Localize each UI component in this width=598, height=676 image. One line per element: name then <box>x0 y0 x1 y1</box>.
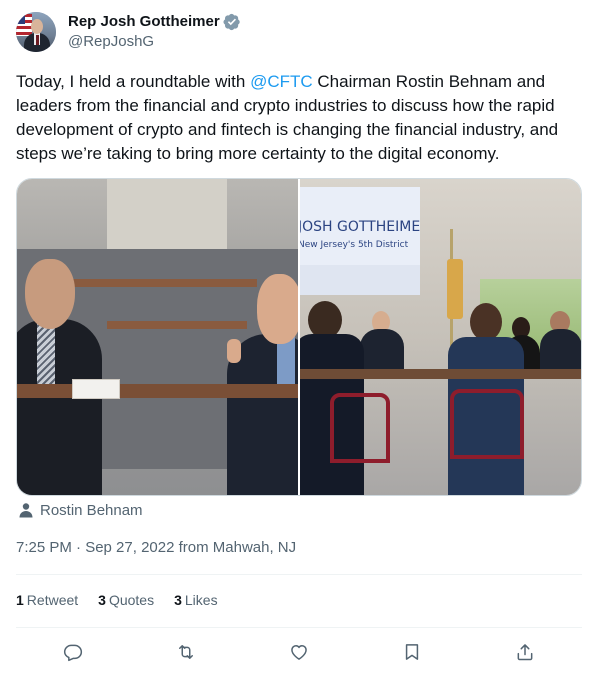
author-avatar[interactable] <box>16 12 56 52</box>
action-bar <box>16 640 582 664</box>
divider <box>16 627 582 628</box>
flag-icon <box>16 14 32 36</box>
like-button[interactable] <box>287 640 311 664</box>
likes-stat[interactable]: 3 Likes <box>174 592 217 608</box>
tweet-timestamp[interactable]: 7:25 PM · Sep 27, 2022 from Mahwah, NJ <box>16 538 296 558</box>
divider <box>16 574 582 575</box>
bookmark-icon <box>405 644 419 660</box>
quotes-stat[interactable]: 3 Quotes <box>98 592 154 608</box>
photo-screen-title: JOSH GOTTHEIMER <box>300 219 420 235</box>
verified-badge-icon <box>223 13 240 31</box>
retweet-button[interactable] <box>174 640 198 664</box>
quotes-label: Quotes <box>108 592 155 608</box>
mention-link[interactable]: @CFTC <box>250 72 313 91</box>
tagged-person-name: Rostin Behnam <box>40 501 143 519</box>
share-icon <box>517 644 533 661</box>
photo-screen-subtitle: New Jersey's 5th District <box>300 240 409 250</box>
person-icon <box>19 503 33 518</box>
retweets-count: 1 <box>16 592 24 608</box>
author-display-name[interactable]: Rep Josh Gottheimer <box>68 12 220 32</box>
author-names: Rep Josh Gottheimer @RepJoshG <box>68 12 241 52</box>
photo-roundtable-room[interactable]: JOSH GOTTHEIMER New Jersey's 5th Distric… <box>300 179 581 495</box>
author-handle[interactable]: @RepJoshG <box>68 32 241 52</box>
reply-icon <box>63 644 82 662</box>
quotes-count: 3 <box>98 592 106 608</box>
media-grid: JOSH GOTTHEIMER New Jersey's 5th Distric… <box>16 178 582 496</box>
tweet-stats: 1 Retweet 3 Quotes 3 Likes <box>16 590 238 610</box>
bookmark-button[interactable] <box>400 640 424 664</box>
photo-roundtable-closeup[interactable] <box>17 179 298 495</box>
media-tag[interactable]: Rostin Behnam <box>16 500 143 520</box>
tweet-text-part: Today, I held a roundtable with <box>16 72 251 91</box>
tweet-header: Rep Josh Gottheimer @RepJoshG <box>16 12 582 52</box>
retweets-stat[interactable]: 1 Retweet <box>16 592 78 608</box>
retweets-label: Retweet <box>26 592 79 608</box>
likes-count: 3 <box>174 592 182 608</box>
likes-label: Likes <box>184 592 218 608</box>
tweet-text: Today, I held a roundtable with @CFTC Ch… <box>16 70 586 166</box>
heart-icon <box>291 645 307 660</box>
retweet-icon <box>178 645 193 659</box>
reply-button[interactable] <box>61 640 85 664</box>
share-button[interactable] <box>513 640 537 664</box>
